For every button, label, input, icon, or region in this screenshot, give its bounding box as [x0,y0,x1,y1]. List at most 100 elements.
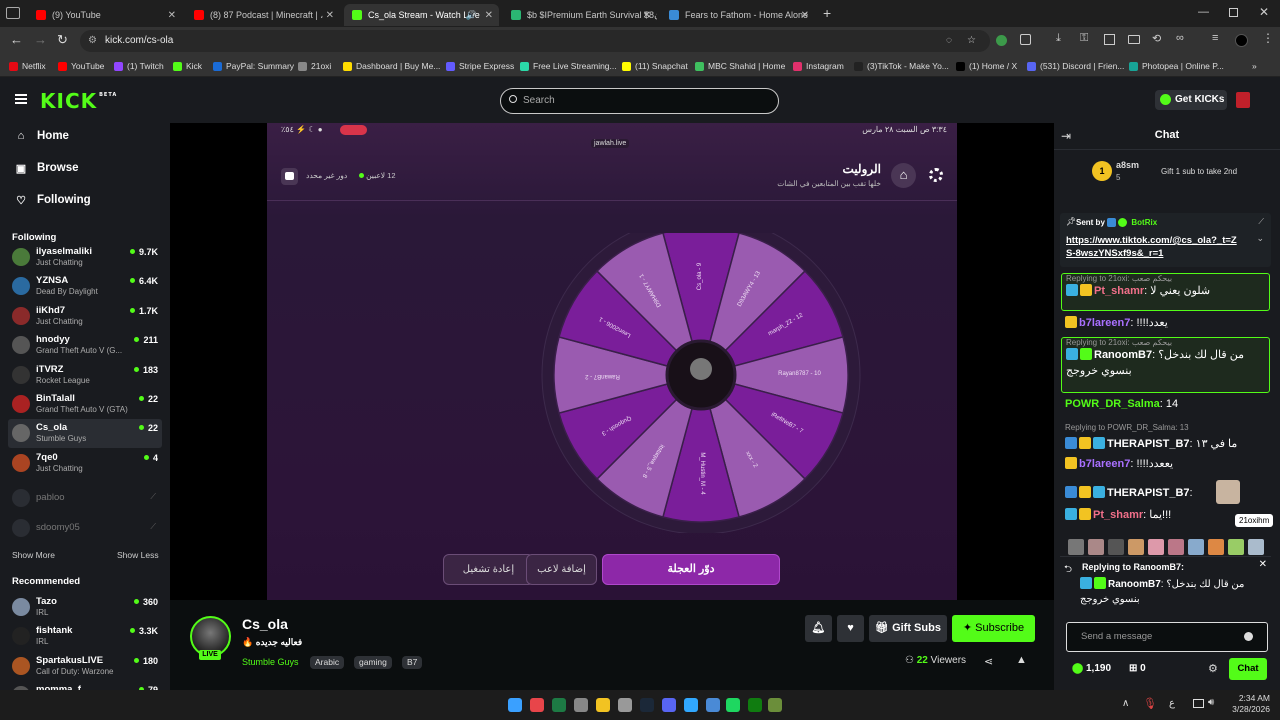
tab-premium-earth[interactable]: $b $ΙPremium Earth Survival $8ن✕ [503,4,657,26]
unpin-icon[interactable]: ⟋ [1258,217,1264,227]
bookmark-item[interactable]: (531) Discord | Frien... [1027,59,1124,73]
chat-message[interactable]: THERAPIST_B7: [1061,480,1271,504]
bookmark-item[interactable]: Photopea | Online P... [1129,59,1224,73]
chat-message[interactable]: b7lareen7: !!!!يعدد [1061,315,1271,331]
star-icon[interactable]: ☆ [967,30,976,52]
bookmark-item[interactable]: (1) Home / X [956,59,1017,73]
bookmark-item[interactable]: Stripe Express [446,59,514,73]
channel-item-offline[interactable]: sdoomy05 ⟋ [8,514,162,543]
nav-browse[interactable]: ▣ Browse [15,162,79,175]
chat-username[interactable]: POWR_DR_Salma [1065,398,1160,410]
back-icon[interactable]: ← [10,32,23,47]
channel-item[interactable]: YZNSA Dead By Daylight 6.4K [8,272,162,301]
language-indicator[interactable]: ع [1169,698,1175,709]
spotify-icon[interactable] [726,698,740,712]
clock[interactable]: 2:34 AM 3/28/2026 [1228,693,1270,715]
share-icon[interactable]: ⋖ [984,655,993,668]
pinned-message[interactable]: 📌︎ Sent by BotRix https://www.tiktok.com… [1060,213,1271,267]
chat-send-button[interactable]: Chat [1229,658,1267,680]
viewer-avatar[interactable] [1208,539,1224,555]
channel-item[interactable]: hnodyy Grand Theft Auto V (G... 211 [8,331,162,360]
tag-arabic[interactable]: Arabic [310,656,345,669]
notifications-button[interactable]: 🔔︎ [805,615,832,642]
channel-item[interactable]: iiKhd7 Just Chatting 1.7K [8,302,162,331]
tab-youtube[interactable]: (9) YouTube ✕ [28,4,182,26]
show-less-button[interactable]: Show Less [117,550,159,560]
reload-icon[interactable]: ↻ [57,32,68,48]
nav-following[interactable]: ♡ Following [15,194,91,207]
channel-name[interactable]: Cs_ola [242,616,288,632]
pinned-link[interactable]: https://www.tiktok.com/@cs_ola?_t=ZS-8ws… [1066,234,1241,260]
tag-b7[interactable]: B7 [402,656,423,669]
channel-item-offline[interactable]: pabloo ⟋ [8,484,162,513]
channel-item[interactable]: Cs_ola Stumble Guys 22 [8,419,162,449]
viewer-avatar[interactable] [1068,539,1084,555]
tab-kick-stream[interactable]: Cs_ola Stream - Watch Live 🔊 ✕ [344,4,499,26]
viewer-avatar[interactable] [1188,539,1204,555]
channel-item[interactable]: Tazo IRL 360 [8,593,162,622]
message-input[interactable]: Send a message [1066,622,1268,652]
user-avatar[interactable] [1236,92,1250,108]
viewer-avatar[interactable] [1108,539,1124,555]
bookmark-item[interactable]: YouTube [58,59,104,73]
close-icon[interactable]: ✕ [326,10,334,21]
spin-wheel-button[interactable]: دوّر العجلة [602,554,780,585]
bookmark-item[interactable]: (3)TikTok - Make Yo... [854,59,949,73]
video-player[interactable]: ٣:٣٤ ص السبت ٢٨ مارس ٪٥٤ ⚡ ☾ ● jawlah.li… [170,123,1054,600]
speaker-icon[interactable]: 🔊 [466,10,477,21]
hamburger-menu-icon[interactable] [15,94,27,104]
forward-icon[interactable]: → [34,32,47,47]
browser-icon[interactable] [596,698,610,712]
close-reply-icon[interactable]: ✕ [1259,559,1267,570]
top-gifter[interactable]: 1 [1092,161,1112,181]
points-display[interactable]: ⬤ 1,190 [1072,663,1111,674]
menu-icon[interactable]: ⋮ [1262,31,1274,45]
tray-chevron-icon[interactable]: ∧ [1122,698,1129,709]
bookmark-item[interactable]: (11) Snapchat [622,59,688,73]
viewer-avatar[interactable] [1148,539,1164,555]
channel-item[interactable]: BinTalall Grand Theft Auto V (GTA) 22 [8,390,162,419]
channel-item[interactable]: ilyaselmaliki Just Chatting 9.7K [8,243,162,272]
new-tab-icon[interactable]: + [823,5,831,21]
chat-username[interactable]: THERAPIST_B7 [1107,487,1190,499]
app-icon[interactable] [530,698,544,712]
chat-username[interactable]: Pt_shamr [1094,285,1144,297]
chat-message[interactable]: b7lareen7: !!!!يععدد [1061,456,1271,472]
bookmark-item[interactable]: Netflix [9,59,46,73]
steam-icon[interactable] [640,698,654,712]
site-info-icon[interactable]: ⚙ [88,30,97,52]
stream-video[interactable]: ٣:٣٤ ص السبت ٢٨ مارس ٪٥٤ ⚡ ☾ ● jawlah.li… [267,123,957,600]
channel-item[interactable]: SpartakusLIVE Call of Duty: Warzone 180 [8,652,162,681]
minecraft-icon[interactable] [768,698,782,712]
gift-subs-button[interactable]: 🎁︎ Gift Subs [869,615,947,642]
search-input[interactable]: Search [500,88,779,114]
key-icon[interactable]: ⚿ [1080,32,1088,45]
home-icon[interactable]: ⌂ [891,163,916,188]
bookmarks-overflow-icon[interactable]: » [1252,59,1257,73]
chat-username[interactable]: b7lareen7 [1079,458,1130,470]
emoji-icon[interactable] [1244,632,1253,641]
close-icon[interactable]: ✕ [801,10,809,21]
channel-item[interactable]: 7qe0 Just Chatting 4 [8,449,162,478]
category-link[interactable]: Stumble Guys [242,657,299,667]
history-icon[interactable]: ⟲ [1152,32,1161,45]
app-icon[interactable] [574,698,588,712]
bookmark-item[interactable]: (1) Twitch [114,59,164,73]
tab-podcast[interactable]: (8) 87 Podcast | Minecraft | ، ✕ [186,4,340,26]
reset-button[interactable]: إعادة تشغيل [443,554,534,585]
chat-message[interactable]: Replying to POWR_DR_Salma: 13 THERAPIST_B… [1061,420,1271,452]
address-bar[interactable]: ⚙ kick.com/cs-ola ◌ ☆ [80,30,990,52]
chat-message[interactable]: POWR_DR_Salma: 14 [1061,396,1271,412]
minimize-icon[interactable]: — [1198,6,1209,18]
viewer-avatar[interactable] [1088,539,1104,555]
mic-icon[interactable]: 🎙︎ [1143,697,1157,710]
bookmark-item[interactable]: Free Live Streaming... [520,59,617,73]
chat-username[interactable]: b7lareen7 [1079,317,1130,329]
discord-icon[interactable] [662,698,676,712]
chat-message[interactable]: Replying to 21oxi: بيحكم صعب RanoomB7: من… [1061,337,1270,393]
eye-off-icon[interactable]: ◌ [946,30,952,52]
bookmark-item[interactable]: 21oxi [298,59,331,73]
chat-username[interactable]: Pt_shamr [1093,509,1143,521]
subscribe-button[interactable]: ✦ Subscribe [952,615,1035,642]
link-icon[interactable]: ∞ [1176,32,1184,44]
